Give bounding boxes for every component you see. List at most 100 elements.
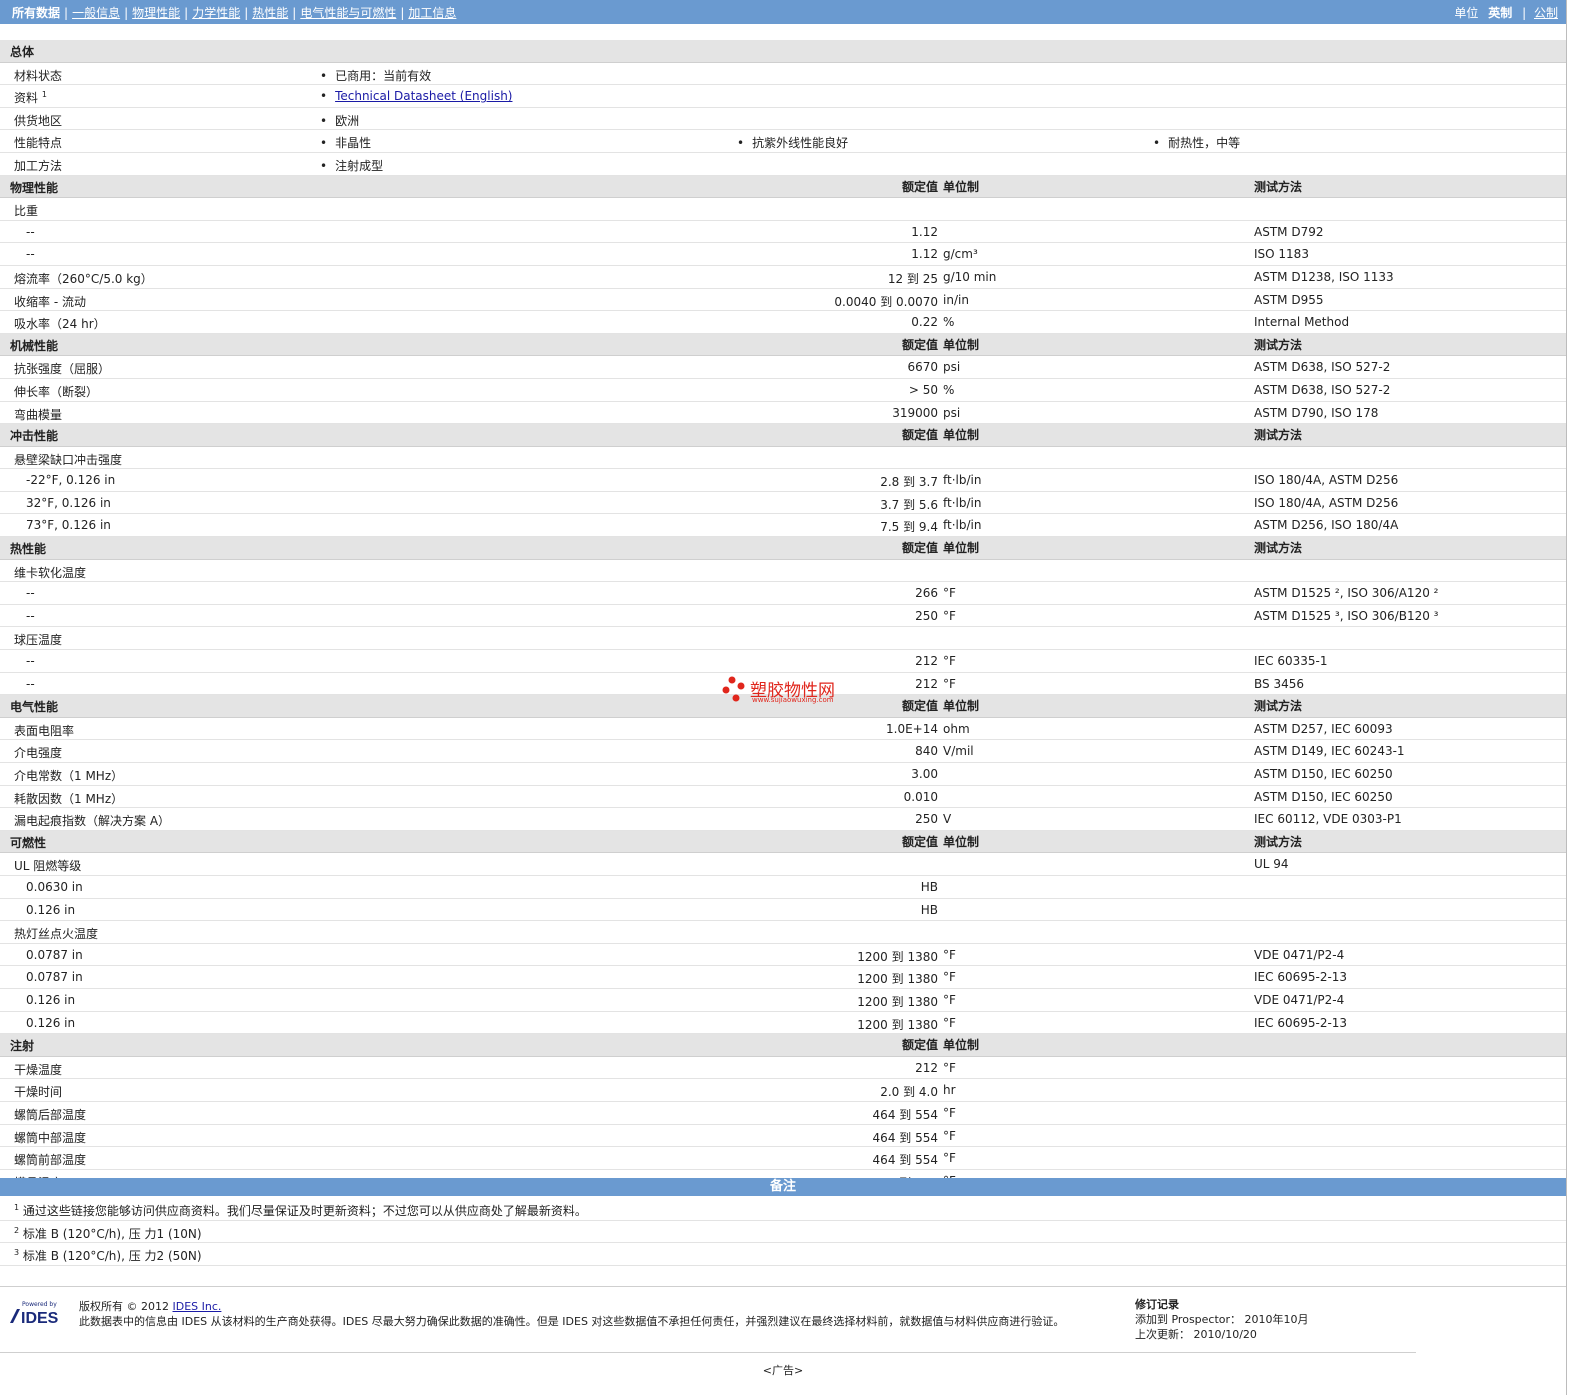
row-value: 1200 到 1380: [857, 1017, 938, 1032]
method-value: 注射成型: [320, 157, 383, 174]
row-unit: °F: [943, 608, 956, 623]
note-text: 通过这些链接您能够访问供应商资料。我们尽量保证及时更新资料；不过您可以从供应商处…: [22, 1204, 587, 1218]
col-value-header: 额定值: [901, 699, 938, 714]
section-nav: 所有数据 | 一般信息 | 物理性能 | 力学性能 | 热性能 | 电气性能与可燃性 | 加工信息: [12, 6, 457, 20]
row-test-method: VDE 0471/P2-4: [1254, 992, 1345, 1007]
row-value: 464 到 554: [872, 1107, 938, 1122]
row-label: 维卡软化温度: [14, 565, 87, 580]
col-unit-header: 单位制: [943, 699, 980, 714]
table-row: 漏电起痕指数（解决方案 A） 250 V IEC 60112, VDE 0303-P1: [0, 808, 1566, 831]
row-label: 干燥时间: [14, 1085, 63, 1100]
row-unit: V/mil: [943, 744, 974, 759]
nav-link[interactable]: 一般信息: [72, 6, 120, 20]
nav-link[interactable]: 物理性能: [132, 6, 180, 20]
row-label: 性能特点: [14, 136, 63, 151]
nav-link[interactable]: 加工信息: [408, 6, 456, 20]
nav-link[interactable]: 电气性能与可燃性: [300, 6, 396, 20]
table-row: -- 212 °F IEC 60335-1: [0, 650, 1566, 673]
table-row: 32°F, 0.126 in 3.7 到 5.6 ft·lb/in ISO 180/4…: [0, 492, 1566, 515]
row-label: 螺筒中部温度: [14, 1130, 87, 1145]
notes-list: 1 通过这些链接您能够访问供应商资料。我们尽量保证及时更新资料；不过您可以从供应…: [0, 1198, 1566, 1266]
row-label: 介电常数（1 MHz）: [14, 769, 124, 783]
row-value: 12 到 25: [887, 271, 938, 286]
row-test-method: ASTM D1525 ², ISO 306/A120 ²: [1254, 586, 1439, 601]
row-value: 212: [915, 676, 938, 691]
row-value: 464 到 554: [872, 1153, 938, 1168]
row-test-method: ASTM D790, ISO 178: [1254, 405, 1379, 420]
section-title: 冲击性能: [10, 429, 59, 444]
right-frame-border: [1566, 0, 1567, 1395]
disclaimer: 此数据表中的信息由 IDES 从该材料的生产商处获得。IDES 尽最大努力确保此…: [79, 1315, 1065, 1328]
row-label: 0.126 in: [26, 902, 76, 917]
nav-link[interactable]: 所有数据: [12, 6, 60, 20]
status-value: 已商用：当前有效: [320, 67, 431, 84]
section-header-general: 总体: [0, 40, 1566, 63]
section-title: 电气性能: [10, 700, 59, 715]
datasheet-link[interactable]: Technical Datasheet (English): [335, 89, 512, 103]
row-test-method: BS 3456: [1254, 676, 1304, 691]
row-unit: %: [943, 315, 955, 330]
table-row: 球压温度: [0, 627, 1566, 651]
col-unit-header: 单位制: [943, 834, 980, 849]
row-label: 耗散因数（1 MHz）: [14, 791, 124, 806]
footer: Powered by IDES 版权所有 © 2012 IDES Inc. 此数…: [0, 1286, 1566, 1357]
row-label: 漏电起痕指数（解决方案 A）: [14, 814, 171, 829]
row-label: --: [26, 247, 35, 262]
row-unit: °F: [943, 654, 956, 669]
table-row: 熔流率（260°C/5.0 kg） 12 到 25 g/10 min ASTM D12…: [0, 266, 1566, 289]
row-value: 1200 到 1380: [857, 994, 938, 1009]
table-row: 0.126 in 1200 到 1380 °F IEC 60695-2-13: [0, 1012, 1566, 1035]
row-value: 250: [915, 608, 938, 623]
units-metric-link[interactable]: 公制: [1534, 6, 1558, 20]
table-row: 介电常数（1 MHz） 3.00 ASTM D150, IEC 60250: [0, 763, 1566, 786]
table-row: 加工方法 注射成型: [0, 153, 1566, 176]
top-nav-bar: 所有数据 | 一般信息 | 物理性能 | 力学性能 | 热性能 | 电气性能与可燃性 | 加工信息 单位…: [0, 0, 1566, 24]
row-unit: °F: [943, 947, 956, 962]
row-value: 212: [915, 654, 938, 669]
row-value: HB: [920, 879, 938, 894]
row-label: --: [26, 224, 35, 239]
nav-link[interactable]: 热性能: [252, 6, 288, 20]
col-test-header: 测试方法: [1254, 834, 1303, 849]
row-unit: ft·lb/in: [943, 518, 982, 533]
table-row: 资料 1 Technical Datasheet (English): [0, 85, 1566, 108]
row-value: 2.0 到 4.0: [880, 1085, 938, 1100]
table-row: 螺筒前部温度 464 到 554 °F: [0, 1147, 1566, 1170]
row-value: 266: [915, 586, 938, 601]
row-label: UL 阻燃等级: [14, 859, 82, 874]
revision-title: 修订记录: [1135, 1298, 1179, 1311]
watermark-dots-icon: [722, 676, 745, 702]
ad-placeholder: <广告>: [762, 1364, 804, 1377]
section-title: 可燃性: [10, 835, 47, 850]
table-row: 性能特点 非晶性 抗紫外线性能良好 耐热性，中等: [0, 130, 1566, 153]
units-current: 英制: [1488, 6, 1513, 20]
row-label: 比重: [14, 204, 39, 219]
table-row: 吸水率（24 hr） 0.22% Internal Method: [0, 311, 1566, 334]
row-unit: hr: [943, 1083, 956, 1098]
table-row: -22°F, 0.126 in 2.8 到 3.7 ft·lb/in ISO 180/…: [0, 469, 1566, 492]
table-row: 热灯丝点火温度: [0, 921, 1566, 944]
nav-link[interactable]: 力学性能: [192, 6, 240, 20]
row-label: 螺筒前部温度: [14, 1153, 87, 1168]
row-label: 0.0787 in: [26, 947, 83, 962]
section-header: 物理性能 额定值 单位制 测试方法: [0, 175, 1566, 199]
watermark-url: www.sujiaowuxing.com: [752, 696, 834, 704]
ides-link[interactable]: IDES Inc.: [173, 1300, 222, 1313]
row-unit: ft·lb/in: [943, 495, 982, 510]
row-value: HB: [920, 902, 938, 917]
svg-text:Powered by: Powered by: [22, 1301, 57, 1308]
row-value: 1.0E+14: [886, 721, 938, 736]
col-test-header: 测试方法: [1254, 337, 1303, 352]
table-row: 0.0787 in 1200 到 1380 °F VDE 0471/P2-4: [0, 944, 1566, 967]
row-test-method: Internal Method: [1254, 315, 1350, 330]
row-unit: °F: [943, 1151, 956, 1166]
col-unit-header: 单位制: [943, 337, 980, 352]
row-test-method: ASTM D149, IEC 60243-1: [1254, 744, 1405, 759]
section-title: 总体: [10, 45, 35, 59]
note-item: 1 通过这些链接您能够访问供应商资料。我们尽量保证及时更新资料；不过您可以从供应…: [0, 1198, 1566, 1221]
row-unit: °F: [943, 1128, 956, 1143]
table-row: 螺筒中部温度 464 到 554 °F: [0, 1125, 1566, 1148]
table-row: 材料状态 已商用：当前有效: [0, 63, 1566, 86]
col-value-header: 额定值: [901, 428, 938, 443]
section-header: 可燃性 额定值 单位制 测试方法: [0, 830, 1566, 854]
